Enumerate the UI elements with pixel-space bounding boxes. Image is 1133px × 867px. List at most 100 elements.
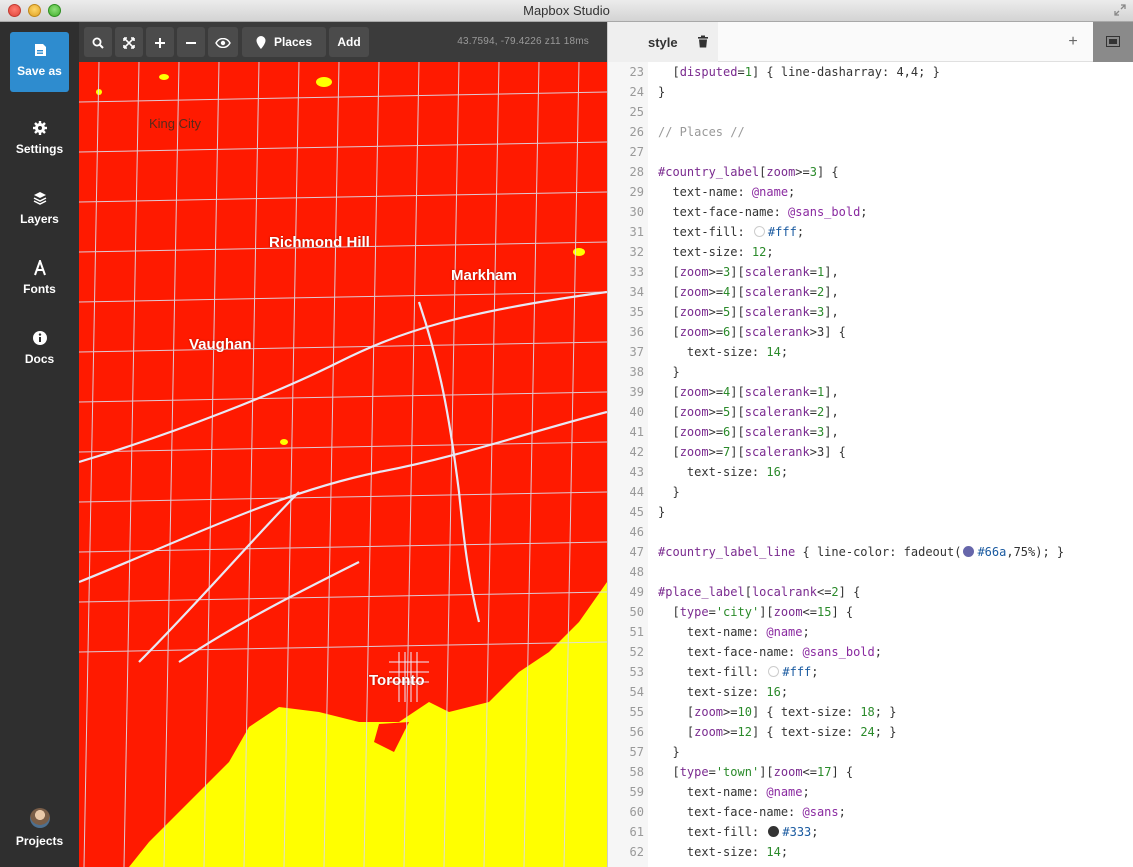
code-line[interactable]: 32 text-size: 12;: [608, 242, 1133, 262]
line-text: [zoom>=12] { text-size: 24; }: [658, 725, 897, 739]
map-label-king-city: King City: [149, 116, 202, 131]
line-text: text-name: @name;: [658, 185, 796, 199]
code-line[interactable]: 35 [zoom>=5][scalerank=3],: [608, 302, 1133, 322]
line-text: // Places //: [658, 125, 745, 139]
line-number: 39: [629, 385, 644, 399]
code-line[interactable]: 43 text-size: 16;: [608, 462, 1133, 482]
toggle-panel-button[interactable]: [1093, 22, 1133, 62]
code-line[interactable]: 55 [zoom>=10] { text-size: 18; }: [608, 702, 1133, 722]
code-line[interactable]: 51 text-name: @name;: [608, 622, 1133, 642]
line-number: 45: [629, 505, 644, 519]
code-line[interactable]: 39 [zoom>=4][scalerank=1],: [608, 382, 1133, 402]
sidebar-item-label: Fonts: [23, 282, 56, 296]
line-number: 54: [629, 685, 644, 699]
panel-icon: [1106, 36, 1120, 47]
line-text: [zoom>=10] { text-size: 18; }: [658, 705, 897, 719]
code-line[interactable]: 38 }: [608, 362, 1133, 382]
code-line[interactable]: 53 text-fill: #fff;: [608, 662, 1133, 682]
sidebar-item-settings[interactable]: Settings: [0, 110, 79, 170]
code-line[interactable]: 41 [zoom>=6][scalerank=3],: [608, 422, 1133, 442]
code-line[interactable]: 60 text-face-name: @sans;: [608, 802, 1133, 822]
line-text: #country_label[zoom>=3] {: [658, 165, 839, 179]
code-line[interactable]: 27: [608, 142, 1133, 162]
code-line[interactable]: 57 }: [608, 742, 1133, 762]
code-line[interactable]: 61 text-fill: #333;: [608, 822, 1133, 842]
line-text: text-fill: #fff;: [658, 665, 819, 679]
save-as-label: Save as: [17, 64, 62, 78]
code-line[interactable]: 37 text-size: 14;: [608, 342, 1133, 362]
line-text: }: [658, 505, 666, 519]
search-button[interactable]: [84, 27, 112, 57]
eye-icon: [215, 37, 231, 48]
map-view[interactable]: King City Richmond Hill Markham Vaughan …: [79, 62, 607, 867]
sidebar-item-fonts[interactable]: Fonts: [0, 250, 79, 310]
code-line[interactable]: 62 text-size: 14;: [608, 842, 1133, 862]
line-number: 44: [629, 485, 644, 499]
code-line[interactable]: 29 text-name: @name;: [608, 182, 1133, 202]
tab-style[interactable]: style: [608, 22, 718, 62]
style-editor: style + 23 [disputed=1] { line-dasharray…: [607, 22, 1133, 867]
code-line[interactable]: 47 #country_label_line { line-color: fade…: [608, 542, 1133, 562]
inspect-button[interactable]: [208, 27, 238, 57]
places-button[interactable]: Places: [242, 27, 326, 57]
trash-icon[interactable]: [697, 35, 709, 48]
line-text: [zoom>=5][scalerank=3],: [658, 305, 839, 319]
editor-tab-bar: style +: [608, 22, 1133, 62]
line-text: }: [658, 745, 680, 759]
avatar: [29, 808, 50, 828]
line-text: text-face-name: @sans_bold;: [658, 645, 882, 659]
line-text: text-size: 16;: [658, 465, 789, 479]
line-number: 32: [629, 245, 644, 259]
code-line[interactable]: 23 [disputed=1] { line-dasharray: 4,4; }: [608, 62, 1133, 82]
code-line[interactable]: 56 [zoom>=12] { text-size: 24; }: [608, 722, 1133, 742]
code-line[interactable]: 26 // Places //: [608, 122, 1133, 142]
line-text: [zoom>=7][scalerank>3] {: [658, 445, 846, 459]
line-number: 33: [629, 265, 644, 279]
fit-extent-button[interactable]: [115, 27, 143, 57]
line-text: }: [658, 365, 680, 379]
line-number: 41: [629, 425, 644, 439]
sidebar-item-layers[interactable]: Layers: [0, 180, 79, 240]
sidebar-item-docs[interactable]: Docs: [0, 320, 79, 380]
code-line[interactable]: 34 [zoom>=4][scalerank=2],: [608, 282, 1133, 302]
zoom-out-button[interactable]: [177, 27, 205, 57]
code-line[interactable]: 49 #place_label[localrank<=2] {: [608, 582, 1133, 602]
add-tab-button[interactable]: +: [1063, 32, 1083, 52]
code-line[interactable]: 36 [zoom>=6][scalerank>3] {: [608, 322, 1133, 342]
code-line[interactable]: 58 [type='town'][zoom<=17] {: [608, 762, 1133, 782]
line-number: 49: [629, 585, 644, 599]
code-line[interactable]: 30 text-face-name: @sans_bold;: [608, 202, 1133, 222]
code-line[interactable]: 42 [zoom>=7][scalerank>3] {: [608, 442, 1133, 462]
coordinates-readout: 43.7594, -79.4226 z11 18ms: [457, 36, 589, 47]
search-icon: [92, 37, 104, 49]
code-line[interactable]: 50 [type='city'][zoom<=15] {: [608, 602, 1133, 622]
zoom-in-button[interactable]: [146, 27, 174, 57]
code-line[interactable]: 25: [608, 102, 1133, 122]
code-line[interactable]: 28 #country_label[zoom>=3] {: [608, 162, 1133, 182]
code-line[interactable]: 33 [zoom>=3][scalerank=1],: [608, 262, 1133, 282]
code-editor[interactable]: 23 [disputed=1] { line-dasharray: 4,4; }…: [608, 62, 1133, 867]
save-as-button[interactable]: Save as: [10, 32, 69, 92]
code-line[interactable]: 52 text-face-name: @sans_bold;: [608, 642, 1133, 662]
sidebar-item-label: Layers: [20, 212, 59, 226]
line-number: 30: [629, 205, 644, 219]
line-text: [zoom>=4][scalerank=2],: [658, 285, 839, 299]
code-line[interactable]: 31 text-fill: #fff;: [608, 222, 1133, 242]
line-text: text-face-name: @sans;: [658, 805, 846, 819]
line-number: 57: [629, 745, 644, 759]
code-line[interactable]: 48: [608, 562, 1133, 582]
fullscreen-icon[interactable]: [1114, 4, 1127, 17]
code-line[interactable]: 24}: [608, 82, 1133, 102]
code-line[interactable]: 44 }: [608, 482, 1133, 502]
code-line[interactable]: 45}: [608, 502, 1133, 522]
line-number: 51: [629, 625, 644, 639]
code-line[interactable]: 46: [608, 522, 1133, 542]
code-line[interactable]: 59 text-name: @name;: [608, 782, 1133, 802]
code-line[interactable]: 40 [zoom>=5][scalerank=2],: [608, 402, 1133, 422]
line-text: [type='town'][zoom<=17] {: [658, 765, 854, 779]
sidebar: Save as Settings Layers Fonts Docs Proje…: [0, 22, 79, 867]
add-button[interactable]: Add: [329, 27, 369, 57]
layers-icon: [33, 192, 46, 205]
code-line[interactable]: 54 text-size: 16;: [608, 682, 1133, 702]
sidebar-item-projects[interactable]: Projects: [0, 808, 79, 867]
